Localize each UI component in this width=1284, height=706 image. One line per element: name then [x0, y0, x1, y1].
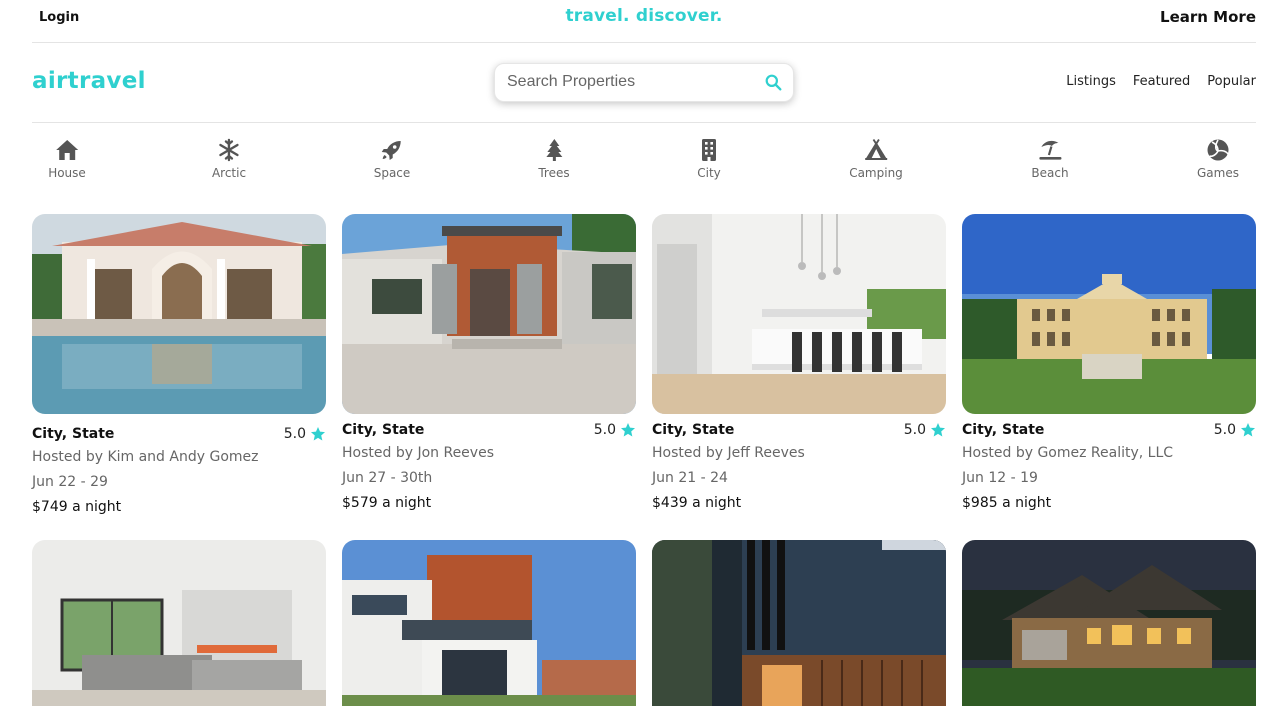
star-icon — [311, 427, 325, 441]
listing-photo-living-room[interactable] — [32, 540, 326, 706]
nav-popular[interactable]: Popular — [1207, 74, 1256, 89]
listing-photo-modern-cube-house[interactable] — [342, 540, 636, 706]
rating-value: 5.0 — [1213, 422, 1236, 438]
category-label: Beach — [1031, 166, 1069, 180]
listing-host: Hosted by Kim and Andy Gomez — [32, 449, 259, 465]
listing-price: $749 a night — [32, 499, 122, 515]
listing-rating: 5.0 — [1214, 422, 1256, 438]
listing-dates: Jun 21 - 24 — [652, 470, 728, 486]
listing-host: Hosted by Jeff Reeves — [652, 445, 805, 461]
listing-location: City, State — [652, 422, 735, 438]
umbrella-beach-icon — [1038, 140, 1061, 160]
category-arctic[interactable]: Arctic — [212, 138, 246, 180]
main-nav: Listings Featured Popular — [1066, 74, 1256, 89]
logo[interactable]: airtravel — [32, 68, 146, 94]
listing-location: City, State — [32, 426, 115, 442]
snowflake-icon — [219, 138, 239, 162]
category-label: Trees — [538, 166, 570, 180]
listing-photo-dark-facade[interactable] — [652, 540, 946, 706]
listing-photo-kitchen[interactable] — [652, 214, 946, 414]
category-bar: House Arctic Space Trees City Camping Be… — [32, 138, 1256, 184]
listing-host: Hosted by Jon Reeves — [342, 445, 494, 461]
rating-value: 5.0 — [903, 422, 926, 438]
nav-featured[interactable]: Featured — [1133, 74, 1190, 89]
tagline: travel. discover. — [565, 6, 723, 26]
listing-card[interactable] — [342, 540, 636, 706]
rating-value: 5.0 — [593, 422, 616, 438]
search-input[interactable] — [507, 73, 747, 91]
house-icon — [55, 140, 78, 160]
category-camping[interactable]: Camping — [849, 138, 903, 180]
listing-dates: Jun 22 - 29 — [32, 474, 108, 490]
listing-card[interactable]: City, State 5.0 Hosted by Gomez Reality,… — [962, 214, 1256, 511]
tent-icon — [864, 139, 887, 160]
rating-value: 5.0 — [283, 426, 306, 442]
listing-card[interactable]: City, State 5.0 Hosted by Jeff Reeves Ju… — [652, 214, 946, 511]
listing-rating: 5.0 — [904, 422, 946, 438]
category-games[interactable]: Games — [1197, 138, 1239, 180]
star-icon — [621, 423, 635, 437]
category-label: Camping — [849, 166, 903, 180]
category-house[interactable]: House — [48, 138, 86, 180]
listing-host: Hosted by Gomez Reality, LLC — [962, 445, 1174, 461]
category-label: Space — [373, 166, 411, 180]
listing-price: $439 a night — [652, 495, 742, 511]
listing-rating: 5.0 — [284, 426, 326, 442]
listing-price: $579 a night — [342, 495, 432, 511]
listing-card[interactable] — [32, 540, 326, 706]
category-label: House — [48, 166, 86, 180]
category-label: City — [697, 166, 721, 180]
category-beach[interactable]: Beach — [1031, 138, 1069, 180]
listing-card[interactable]: City, State 5.0 Hosted by Jon Reeves Jun… — [342, 214, 636, 511]
listing-dates: Jun 12 - 19 — [962, 470, 1038, 486]
learn-more-link[interactable]: Learn More — [1160, 8, 1256, 26]
listing-dates: Jun 27 - 30th — [342, 470, 433, 486]
listing-card[interactable] — [962, 540, 1256, 706]
search-box[interactable] — [494, 63, 794, 102]
building-icon — [702, 139, 716, 161]
category-space[interactable]: Space — [373, 138, 411, 180]
star-icon — [1241, 423, 1255, 437]
listing-card[interactable] — [652, 540, 946, 706]
category-label: Games — [1197, 166, 1239, 180]
listing-photo-mansion[interactable] — [962, 214, 1256, 414]
top-bar: Login travel. discover. Learn More — [32, 0, 1256, 43]
listing-location: City, State — [342, 422, 425, 438]
listing-photo-night-house[interactable] — [962, 540, 1256, 706]
tree-icon — [545, 139, 562, 161]
star-icon — [931, 423, 945, 437]
listing-location: City, State — [962, 422, 1045, 438]
listing-photo-modern-house[interactable] — [342, 214, 636, 414]
nav-listings[interactable]: Listings — [1066, 74, 1116, 89]
header: airtravel Listings Featured Popular — [32, 43, 1256, 123]
listing-rating: 5.0 — [594, 422, 636, 438]
rocket-icon — [381, 141, 401, 160]
category-city[interactable]: City — [697, 138, 721, 180]
category-label: Arctic — [211, 166, 247, 180]
category-trees[interactable]: Trees — [538, 138, 570, 180]
listing-photo-villa-pool[interactable] — [32, 214, 326, 414]
volleyball-icon — [1207, 139, 1229, 161]
listing-card[interactable]: City, State 5.0 Hosted by Kim and Andy G… — [32, 214, 326, 515]
listing-price: $985 a night — [962, 495, 1052, 511]
search-icon[interactable] — [765, 74, 782, 91]
